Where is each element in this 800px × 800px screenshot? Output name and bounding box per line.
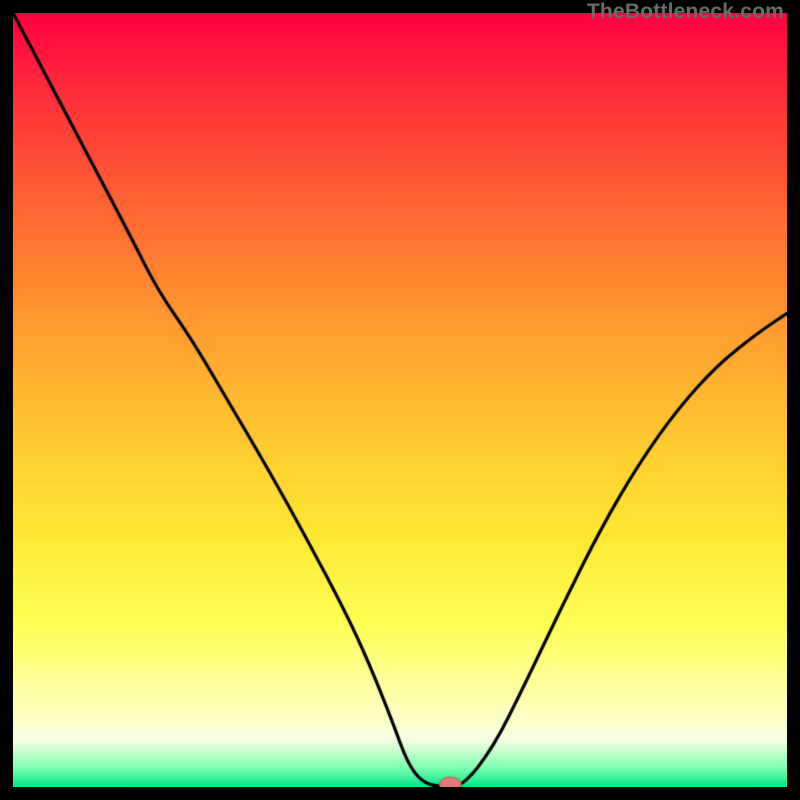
chart-frame: TheBottleneck.com bbox=[0, 0, 800, 800]
watermark-text: TheBottleneck.com bbox=[587, 0, 784, 24]
plot-area bbox=[13, 13, 787, 787]
curve-canvas bbox=[13, 13, 787, 787]
